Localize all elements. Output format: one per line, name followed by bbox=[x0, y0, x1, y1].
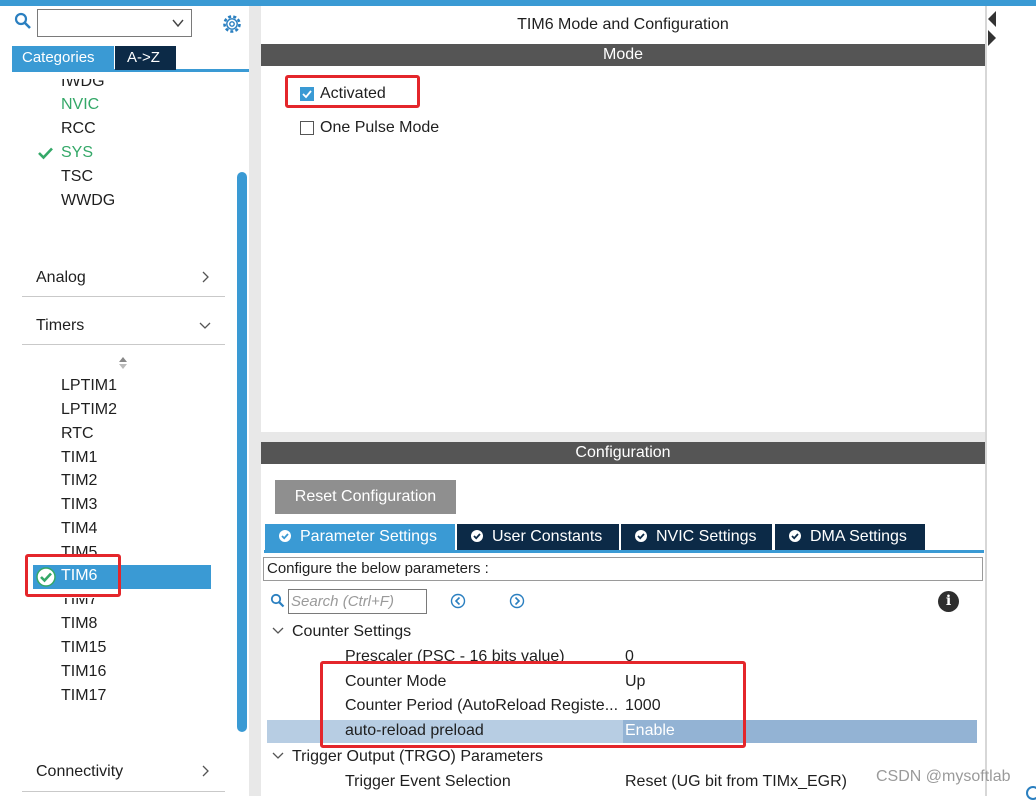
highlight-box-params bbox=[320, 661, 746, 748]
mode-header: Mode bbox=[261, 44, 985, 66]
tree-item-tim4[interactable]: TIM4 bbox=[61, 519, 97, 539]
section-gap bbox=[261, 432, 985, 442]
tab-user-constants-label: User Constants bbox=[492, 528, 603, 545]
watermark: CSDN @mysoftlab bbox=[876, 768, 1011, 785]
group-trigger-output[interactable]: Trigger Output (TRGO) Parameters bbox=[272, 747, 543, 767]
chevron-down-icon bbox=[272, 752, 284, 759]
gear-icon[interactable] bbox=[221, 13, 243, 35]
check-circle-icon bbox=[789, 530, 801, 542]
sidebar-scrollbar[interactable] bbox=[237, 172, 247, 732]
category-connectivity-label: Connectivity bbox=[36, 763, 124, 780]
check-circle-icon bbox=[279, 530, 291, 542]
tab-categories[interactable]: Categories bbox=[12, 46, 114, 70]
tree-item-wwdg[interactable]: WWDG bbox=[61, 191, 115, 211]
left-panel bbox=[0, 6, 249, 796]
highlight-box-activated bbox=[285, 75, 420, 108]
param-trigger-event-value[interactable]: Reset (UG bit from TIMx_EGR) bbox=[625, 772, 847, 792]
chevron-right-icon bbox=[202, 765, 209, 777]
check-circle-icon bbox=[471, 530, 483, 542]
tree-item-tim1[interactable]: TIM1 bbox=[61, 448, 97, 468]
tree-item-nvic[interactable]: NVIC bbox=[61, 95, 99, 115]
parameter-search-placeholder: Search (Ctrl+F) bbox=[291, 593, 394, 610]
tab-user-constants[interactable]: User Constants bbox=[457, 524, 619, 550]
tree-item-tim16[interactable]: TIM16 bbox=[61, 662, 106, 682]
panel-divider[interactable] bbox=[249, 6, 261, 796]
chevron-right-icon bbox=[202, 271, 209, 283]
category-tabs: Categories A->Z bbox=[12, 46, 249, 72]
collapse-toggle-icon[interactable] bbox=[987, 8, 997, 48]
right-panel bbox=[985, 6, 1036, 796]
sort-icon[interactable] bbox=[117, 356, 129, 370]
tree-item-tim2[interactable]: TIM2 bbox=[61, 471, 97, 491]
tree-item-sys[interactable]: SYS bbox=[61, 143, 93, 163]
tab-nvic-settings-label: NVIC Settings bbox=[656, 528, 757, 545]
info-icon[interactable]: i bbox=[938, 591, 959, 612]
parameter-search-input[interactable]: Search (Ctrl+F) bbox=[288, 589, 427, 614]
tab-dma-settings[interactable]: DMA Settings bbox=[775, 524, 925, 550]
tree-item-rtc[interactable]: RTC bbox=[61, 424, 94, 444]
group-trigger-output-label: Trigger Output (TRGO) Parameters bbox=[292, 748, 544, 765]
tree-item-tim17[interactable]: TIM17 bbox=[61, 686, 106, 706]
tab-parameter-settings-label: Parameter Settings bbox=[300, 528, 437, 545]
tree-item-rcc[interactable]: RCC bbox=[61, 119, 96, 139]
category-connectivity[interactable]: Connectivity bbox=[22, 753, 225, 791]
search-icon[interactable] bbox=[14, 12, 32, 30]
tree-item-tim3[interactable]: TIM3 bbox=[61, 495, 97, 515]
page-title: TIM6 Mode and Configuration bbox=[517, 16, 729, 33]
category-analog-label: Analog bbox=[36, 269, 86, 286]
one-pulse-label: One Pulse Mode bbox=[320, 119, 440, 136]
corner-badge bbox=[1026, 786, 1036, 800]
chevron-down-icon[interactable] bbox=[171, 16, 185, 30]
search-icon[interactable] bbox=[270, 593, 285, 608]
chevron-down-icon bbox=[272, 627, 284, 634]
tab-parameter-settings[interactable]: Parameter Settings bbox=[265, 524, 455, 550]
next-match-icon[interactable] bbox=[509, 593, 525, 609]
divider bbox=[22, 791, 225, 792]
tab-nvic-settings[interactable]: NVIC Settings bbox=[621, 524, 772, 550]
tab-underline bbox=[264, 550, 984, 553]
tree-item-lptim2[interactable]: LPTIM2 bbox=[61, 400, 117, 420]
check-circle-icon bbox=[635, 530, 647, 542]
reset-configuration-button[interactable]: Reset Configuration bbox=[275, 480, 456, 514]
tree-item-lptim1[interactable]: LPTIM1 bbox=[61, 376, 117, 396]
tree-item-tim8[interactable]: TIM8 bbox=[61, 614, 97, 634]
configuration-header: Configuration bbox=[261, 442, 985, 464]
group-counter-settings[interactable]: Counter Settings bbox=[272, 622, 411, 642]
group-counter-settings-label: Counter Settings bbox=[292, 623, 412, 640]
previous-match-icon[interactable] bbox=[450, 593, 466, 609]
check-icon bbox=[38, 147, 53, 160]
search-input[interactable] bbox=[37, 9, 192, 37]
category-analog[interactable]: Analog bbox=[22, 259, 225, 297]
chevron-down-icon bbox=[199, 322, 211, 329]
tab-dma-settings-label: DMA Settings bbox=[810, 528, 907, 545]
tree-item-tim15[interactable]: TIM15 bbox=[61, 638, 106, 658]
category-timers[interactable]: Timers bbox=[22, 307, 225, 345]
tab-a-to-z[interactable]: A->Z bbox=[115, 46, 176, 70]
right-panel-border bbox=[985, 6, 987, 796]
param-trigger-event-name: Trigger Event Selection bbox=[345, 773, 511, 790]
category-timers-label: Timers bbox=[36, 317, 85, 334]
highlight-box-tim6 bbox=[25, 554, 121, 597]
configure-description: Configure the below parameters : bbox=[263, 557, 983, 581]
one-pulse-checkbox[interactable] bbox=[300, 121, 314, 135]
tree-item-tsc[interactable]: TSC bbox=[61, 167, 93, 187]
